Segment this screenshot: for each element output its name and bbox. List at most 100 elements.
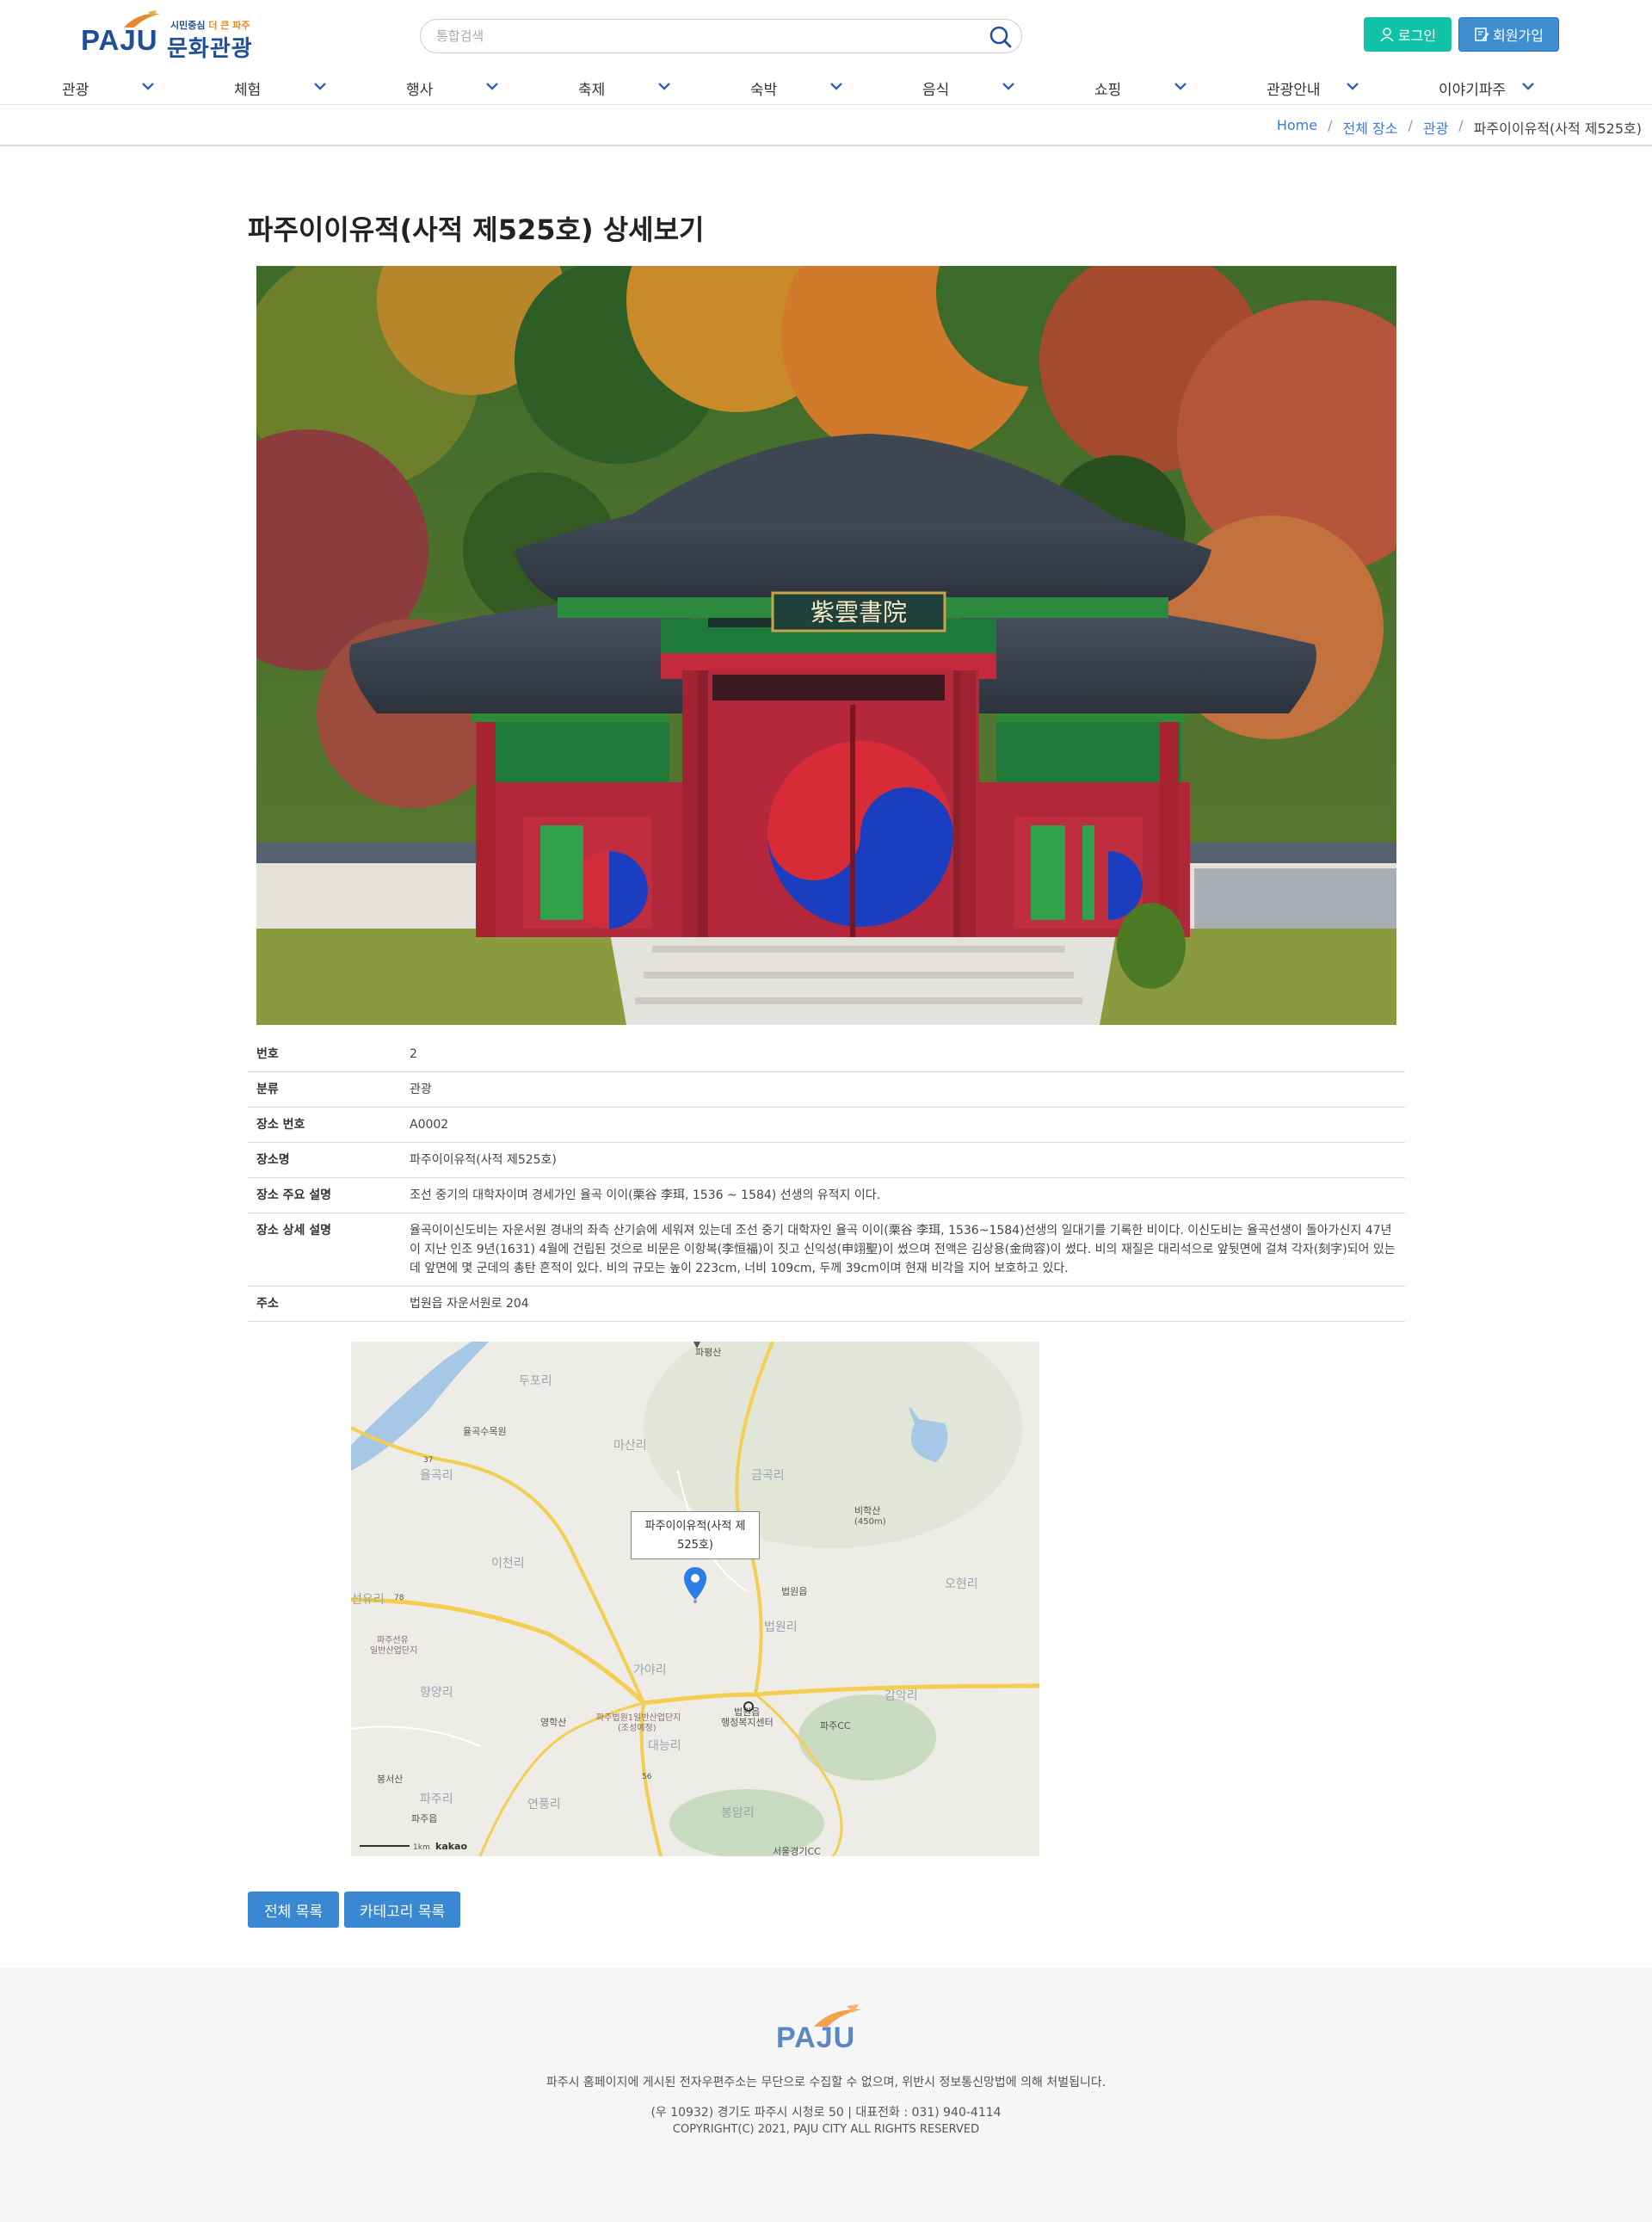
map-label: 율곡수목원 <box>463 1426 507 1437</box>
map-label: 파주CC <box>820 1720 851 1731</box>
map-label: 비학산 <box>854 1505 880 1516</box>
map-label: 파평산 <box>695 1347 721 1358</box>
chevron-down-icon <box>1002 83 1014 90</box>
table-row: 장소 번호 A0002 <box>248 1107 1405 1143</box>
nav-label: 관광 <box>62 82 89 99</box>
nav-item-tour-info[interactable]: 관광안내 <box>1267 65 1370 105</box>
detail-value: 조선 중기의 대학자이며 경세가인 율곡 이이(栗谷 李珥, 1536 ~ 15… <box>401 1177 1405 1213</box>
category-list-button[interactable]: 카테고리 목록 <box>344 1892 460 1928</box>
map-label: 봉서산 <box>377 1774 403 1785</box>
map-label: 두포리 <box>519 1374 552 1388</box>
map-label: 선유리 <box>351 1593 385 1607</box>
chevron-down-icon <box>142 83 154 90</box>
map-label: 금곡리 <box>751 1469 785 1483</box>
detail-label: 장소 번호 <box>248 1107 401 1143</box>
breadcrumb-all-places[interactable]: 전체 장소 <box>1342 117 1397 138</box>
map-pin-icon[interactable] <box>682 1565 708 1603</box>
map-label: 법원읍 <box>781 1586 807 1597</box>
nav-label: 체험 <box>234 82 262 99</box>
map-label: 오현리 <box>945 1577 978 1591</box>
nav-label: 쇼핑 <box>1094 82 1122 99</box>
login-label: 로그인 <box>1397 28 1437 44</box>
logo-text: PAJU <box>81 24 158 56</box>
map-brand-label: kakao <box>435 1841 467 1852</box>
map-label: 향양리 <box>420 1686 453 1700</box>
table-row: 분류 관광 <box>248 1071 1405 1108</box>
map-label: 법원리 <box>764 1620 798 1634</box>
map-label: 56 <box>642 1773 652 1781</box>
table-row: 장소 주요 설명 조선 중기의 대학자이며 경세가인 율곡 이이(栗谷 李珥, … <box>248 1177 1405 1213</box>
map-label: (조성예정) <box>618 1723 656 1733</box>
map-marker-tooltip: 파주이이유적(사적 제 525호) <box>631 1511 760 1559</box>
site-header: PAJU 시민중심 더 큰 파주 문화관광 로그인 회원가입 <box>0 0 1652 65</box>
user-icon <box>1380 28 1394 42</box>
nav-item-tourism[interactable]: 관광 <box>62 65 165 105</box>
map-label: 파주리 <box>420 1793 453 1806</box>
breadcrumb-current: 파주이이유적(사적 제525호) <box>1473 120 1642 137</box>
chevron-down-icon <box>1174 83 1187 90</box>
chevron-down-icon <box>1347 83 1359 90</box>
breadcrumb-separator: / <box>1458 117 1464 133</box>
chevron-down-icon <box>314 83 326 90</box>
location-map[interactable]: 파평산 두포리 율곡수목원 37 율곡리 마산리 금곡리 비학산 (450m) … <box>351 1342 1039 1856</box>
breadcrumb-bar: Home / 전체 장소 / 관광 / 파주이이유적(사적 제525호) <box>0 105 1652 146</box>
nav-item-shopping[interactable]: 쇼핑 <box>1094 65 1198 105</box>
breadcrumb: Home / 전체 장소 / 관광 / 파주이이유적(사적 제525호) <box>1277 117 1642 138</box>
page-title: 파주이이유적(사적 제525호) 상세보기 <box>248 213 705 246</box>
search-icon[interactable] <box>989 25 1013 49</box>
map-label: 행정복지센터 <box>721 1717 774 1728</box>
chevron-down-icon <box>486 83 498 90</box>
footer-logo: PAJU <box>774 2004 878 2056</box>
map-label: 봉암리 <box>721 1806 755 1820</box>
chevron-down-icon <box>658 83 670 90</box>
footer-copyright: COPYRIGHT(C) 2021, PAJU CITY ALL RIGHTS … <box>672 2123 980 2136</box>
detail-value: 관광 <box>401 1071 1405 1108</box>
map-label: 파주읍 <box>411 1813 437 1824</box>
map-label: 연풍리 <box>527 1798 561 1812</box>
map-label: 78 <box>394 1594 404 1602</box>
breadcrumb-separator: / <box>1328 117 1333 133</box>
detail-label: 장소 주요 설명 <box>248 1177 401 1213</box>
table-row: 장소명 파주이이유적(사적 제525호) <box>248 1142 1405 1178</box>
nav-item-story-paju[interactable]: 이야기파주 <box>1439 65 1542 105</box>
map-label: 파주법원1일반산업단지 <box>596 1712 681 1723</box>
breadcrumb-home[interactable]: Home <box>1277 117 1317 138</box>
detail-value: 2 <box>401 1037 1405 1072</box>
detail-value: 법원읍 자운서원로 204 <box>401 1286 1405 1322</box>
nav-label: 축제 <box>578 82 606 99</box>
gate-sign-text: 紫雲書院 <box>811 598 907 626</box>
signup-button[interactable]: 회원가입 <box>1458 17 1559 52</box>
logo-slogan: 시민중심 더 큰 파주 <box>170 20 250 31</box>
breadcrumb-category[interactable]: 관광 <box>1423 117 1448 138</box>
login-button[interactable]: 로그인 <box>1364 17 1452 52</box>
detail-label: 장소 상세 설명 <box>248 1213 401 1287</box>
nav-item-experience[interactable]: 체험 <box>234 65 337 105</box>
nav-label: 행사 <box>406 82 434 99</box>
search-input[interactable] <box>436 27 952 46</box>
nav-item-festival[interactable]: 축제 <box>578 65 681 105</box>
all-list-button[interactable]: 전체 목록 <box>248 1892 339 1928</box>
map-label: 영학산 <box>540 1717 566 1728</box>
map-label: 37 <box>423 1456 433 1465</box>
detail-value: A0002 <box>401 1107 1405 1143</box>
nav-item-food[interactable]: 음식 <box>922 65 1026 105</box>
map-label: 파주선유 <box>377 1635 409 1645</box>
place-photo: 紫雲書院 <box>256 266 1396 1025</box>
map-label: 감악리 <box>885 1689 918 1703</box>
nav-label: 음식 <box>922 82 950 99</box>
edit-form-icon <box>1475 28 1489 41</box>
detail-label: 분류 <box>248 1071 401 1108</box>
nav-item-lodging[interactable]: 숙박 <box>750 65 854 105</box>
detail-label: 장소명 <box>248 1142 401 1178</box>
nav-item-events[interactable]: 행사 <box>406 65 509 105</box>
search-box[interactable] <box>420 19 1022 53</box>
chevron-down-icon <box>830 83 842 90</box>
detail-label: 주소 <box>248 1286 401 1322</box>
site-logo[interactable]: PAJU 시민중심 더 큰 파주 문화관광 <box>81 7 262 62</box>
map-label: (450m) <box>854 1517 886 1527</box>
place-detail-table: 번호 2 분류 관광 장소 번호 A0002 장소명 파주이이유적(사적 제52… <box>248 1037 1405 1322</box>
map-scale-label: 1km <box>413 1843 430 1852</box>
detail-label: 번호 <box>248 1037 401 1072</box>
footer-notice: 파주시 홈페이지에 게시된 전자우편주소는 무단으로 수집할 수 없으며, 위반… <box>546 2076 1106 2089</box>
detail-value: 율곡이이신도비는 자운서원 경내의 좌측 산기슭에 세워져 있는데 조선 중기 … <box>401 1213 1405 1287</box>
